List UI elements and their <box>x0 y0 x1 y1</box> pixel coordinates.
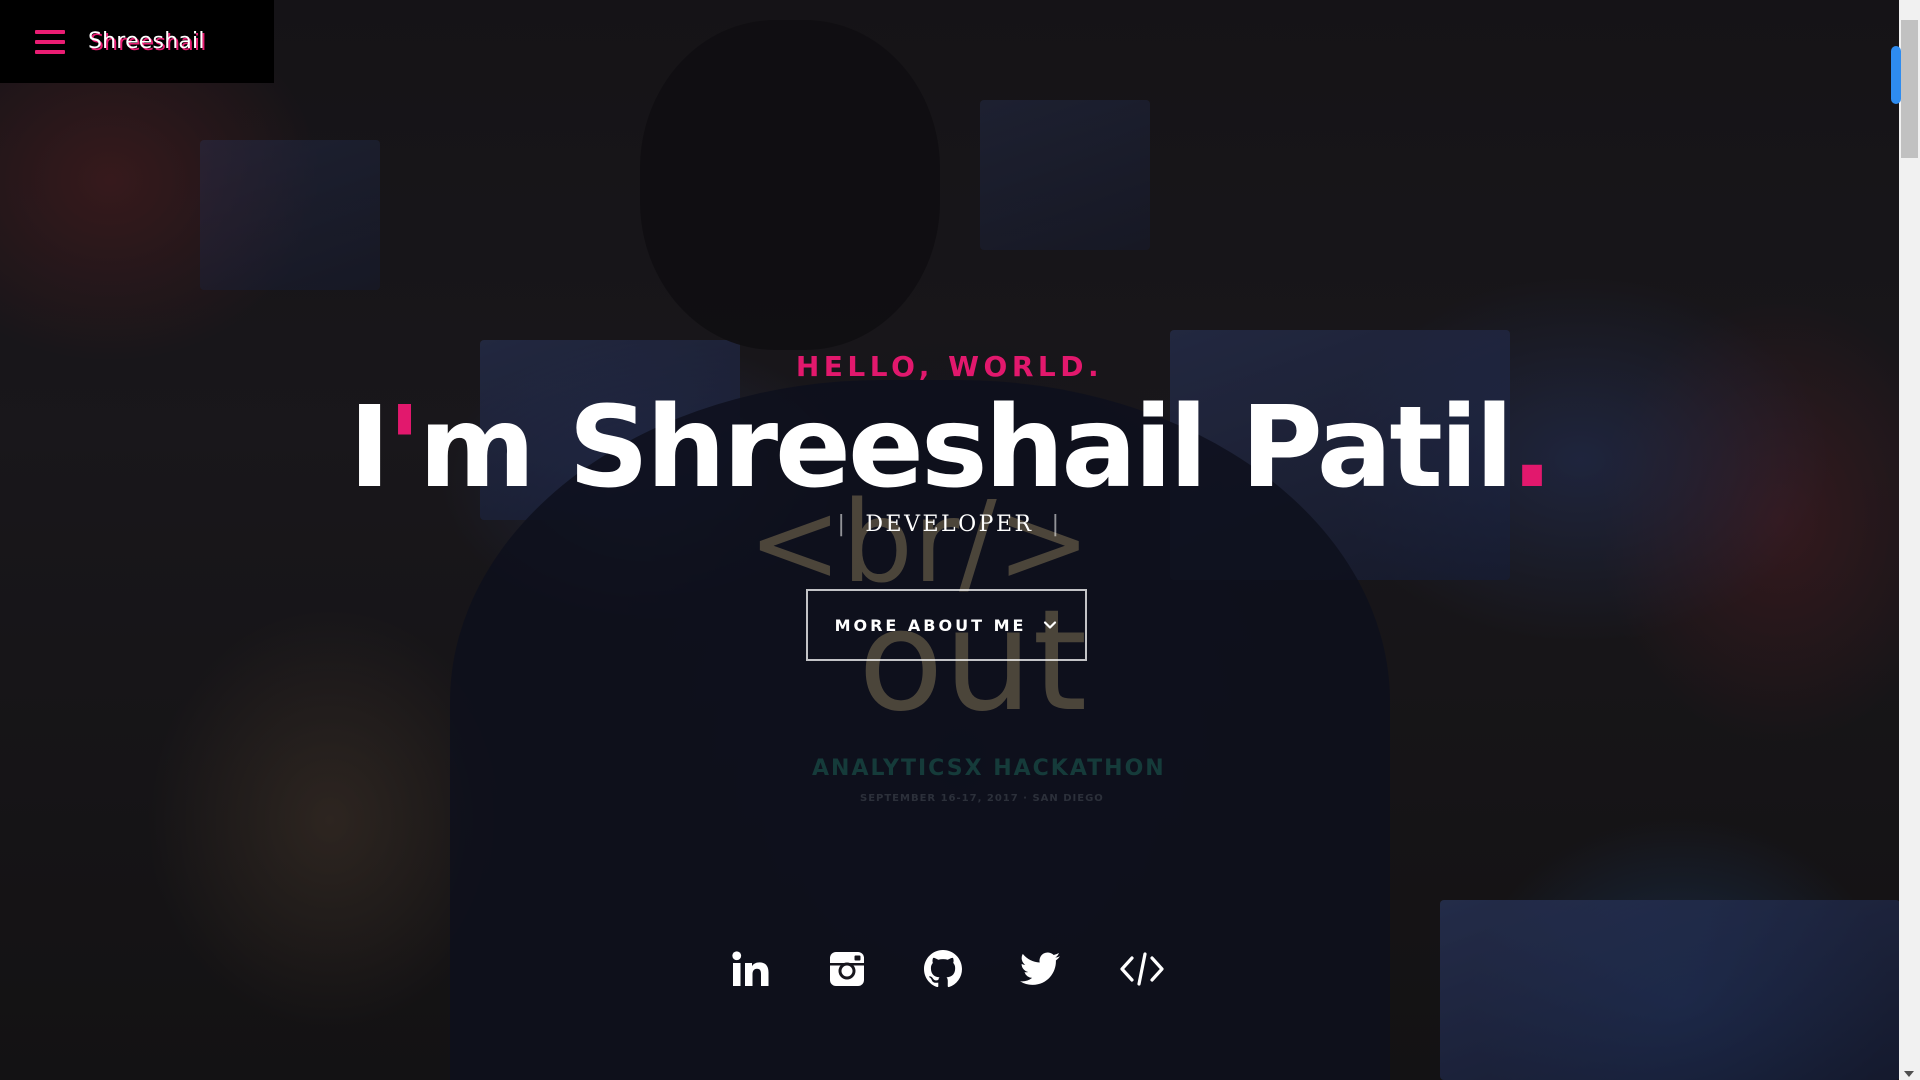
scrollbar-thumb[interactable] <box>1901 20 1918 158</box>
vertical-scrollbar[interactable] <box>1899 0 1920 1080</box>
chevron-down-icon <box>1042 617 1058 633</box>
page: <br/> out ANALYTICSX HACKATHON SEPTEMBER… <box>0 0 1920 1080</box>
hero-title-prefix: I <box>348 383 391 513</box>
hamburger-menu-icon[interactable] <box>35 29 65 54</box>
more-about-me-button[interactable]: MORE ABOUT ME <box>806 589 1087 661</box>
top-navbar: Shreeshail <box>0 0 274 83</box>
scroll-position-indicator <box>1891 46 1901 104</box>
social-links <box>0 946 1899 992</box>
hero-greeting: HELLO, WORLD. <box>795 350 1104 383</box>
instagram-icon[interactable] <box>824 946 870 992</box>
hero-section: HELLO, WORLD. I'm Shreeshail Patil. | DEV… <box>0 0 1899 1080</box>
role-divider-right: | <box>1051 512 1062 537</box>
hero-title-dot: . <box>1510 383 1554 513</box>
code-icon[interactable] <box>1119 946 1165 992</box>
role-text: DEVELOPER <box>865 512 1034 537</box>
linkedin-icon[interactable] <box>728 946 774 992</box>
role-divider-left: | <box>837 512 848 537</box>
twitter-icon[interactable] <box>1017 946 1063 992</box>
scroll-down-arrow-icon[interactable] <box>1904 1071 1914 1077</box>
hero-title: I'm Shreeshail Patil. <box>0 383 1899 513</box>
hero-title-name: m Shreeshail Patil <box>418 383 1514 513</box>
brand-logo-text[interactable]: Shreeshail <box>88 29 205 54</box>
hero-role: | DEVELOPER | <box>0 512 1899 537</box>
more-about-me-label: MORE ABOUT ME <box>834 615 1027 635</box>
hero-title-apostrophe: ' <box>387 383 421 513</box>
github-icon[interactable] <box>920 946 966 992</box>
